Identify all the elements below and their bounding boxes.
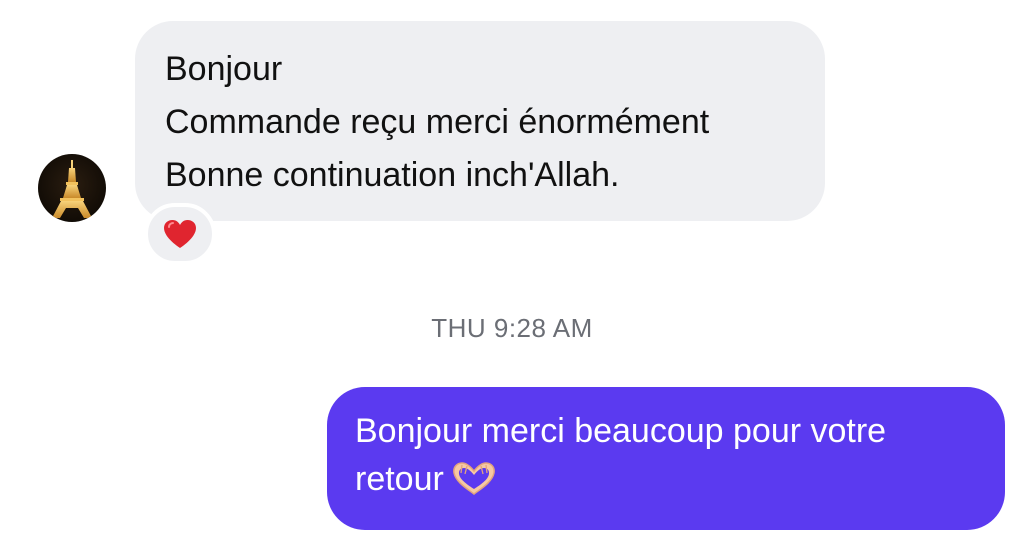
message-timestamp: THU 9:28 AM [431, 313, 593, 343]
message-line: Bonne continuation inch'Allah. [165, 156, 620, 194]
message-line: Bonjour [165, 50, 283, 88]
message-line-text: retour [355, 460, 444, 498]
heart-hands-icon [450, 460, 498, 509]
message-line: Commande reçu merci énormément [165, 103, 710, 141]
conversation-thread: Bonjour Commande reçu merci énormément B… [0, 0, 1024, 546]
message-reaction[interactable] [144, 203, 216, 265]
outgoing-message-bubble[interactable]: Bonjour merci beaucoup pour votre retour [327, 387, 1005, 530]
incoming-message-bubble[interactable]: Bonjour Commande reçu merci énormément B… [135, 21, 825, 221]
message-line: Bonjour merci beaucoup pour votre [355, 412, 887, 450]
eiffel-tower-icon [52, 160, 92, 218]
contact-avatar[interactable] [38, 154, 106, 222]
message-line-with-emoji: retour [355, 455, 977, 509]
red-heart-icon [164, 220, 196, 248]
